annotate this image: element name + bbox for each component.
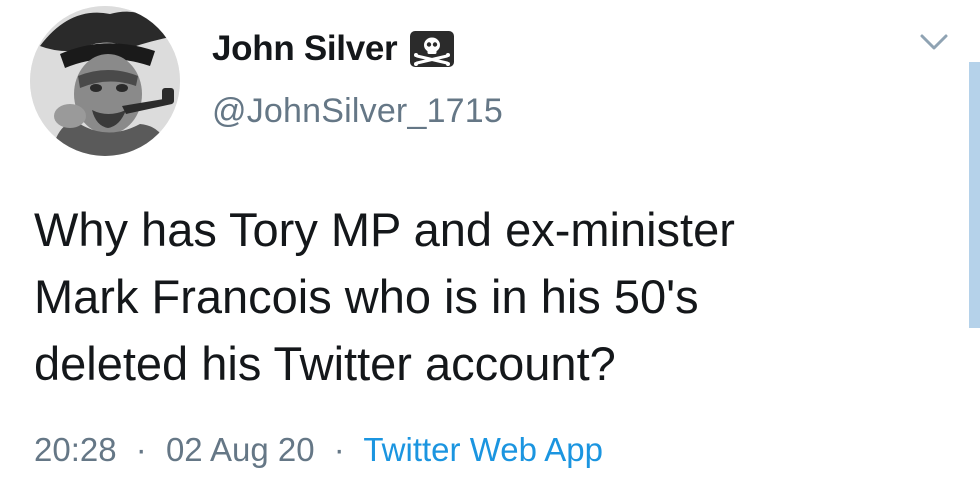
tweet-meta: 20:28 · 02 Aug 20 · Twitter Web App — [34, 431, 603, 469]
pirate-flag-icon — [409, 30, 455, 68]
tweet-text-line: deleted his Twitter account? — [34, 337, 616, 390]
user-handle[interactable]: @JohnSilver_1715 — [212, 92, 503, 131]
tweet-date[interactable]: 02 Aug 20 — [166, 431, 315, 468]
tweet-source-link[interactable]: Twitter Web App — [363, 431, 603, 468]
avatar-image — [30, 6, 180, 156]
meta-separator: · — [135, 431, 147, 468]
tweet-time[interactable]: 20:28 — [34, 431, 117, 468]
tweet-text-line: Why has Tory MP and ex-minister — [34, 203, 735, 256]
avatar[interactable] — [30, 6, 180, 156]
scrollbar[interactable] — [969, 62, 980, 328]
meta-separator: · — [333, 431, 345, 468]
tweet-text: Why has Tory MP and ex-minister Mark Fra… — [34, 196, 934, 397]
display-name-row[interactable]: John Silver — [212, 24, 455, 74]
tweet-card: John Silver @JohnSilver_1715 Why has Tor… — [0, 0, 980, 500]
display-name[interactable]: John Silver — [212, 29, 398, 69]
tweet-text-line: Mark Francois who is in his 50's — [34, 270, 699, 323]
chevron-down-icon[interactable] — [917, 30, 951, 54]
